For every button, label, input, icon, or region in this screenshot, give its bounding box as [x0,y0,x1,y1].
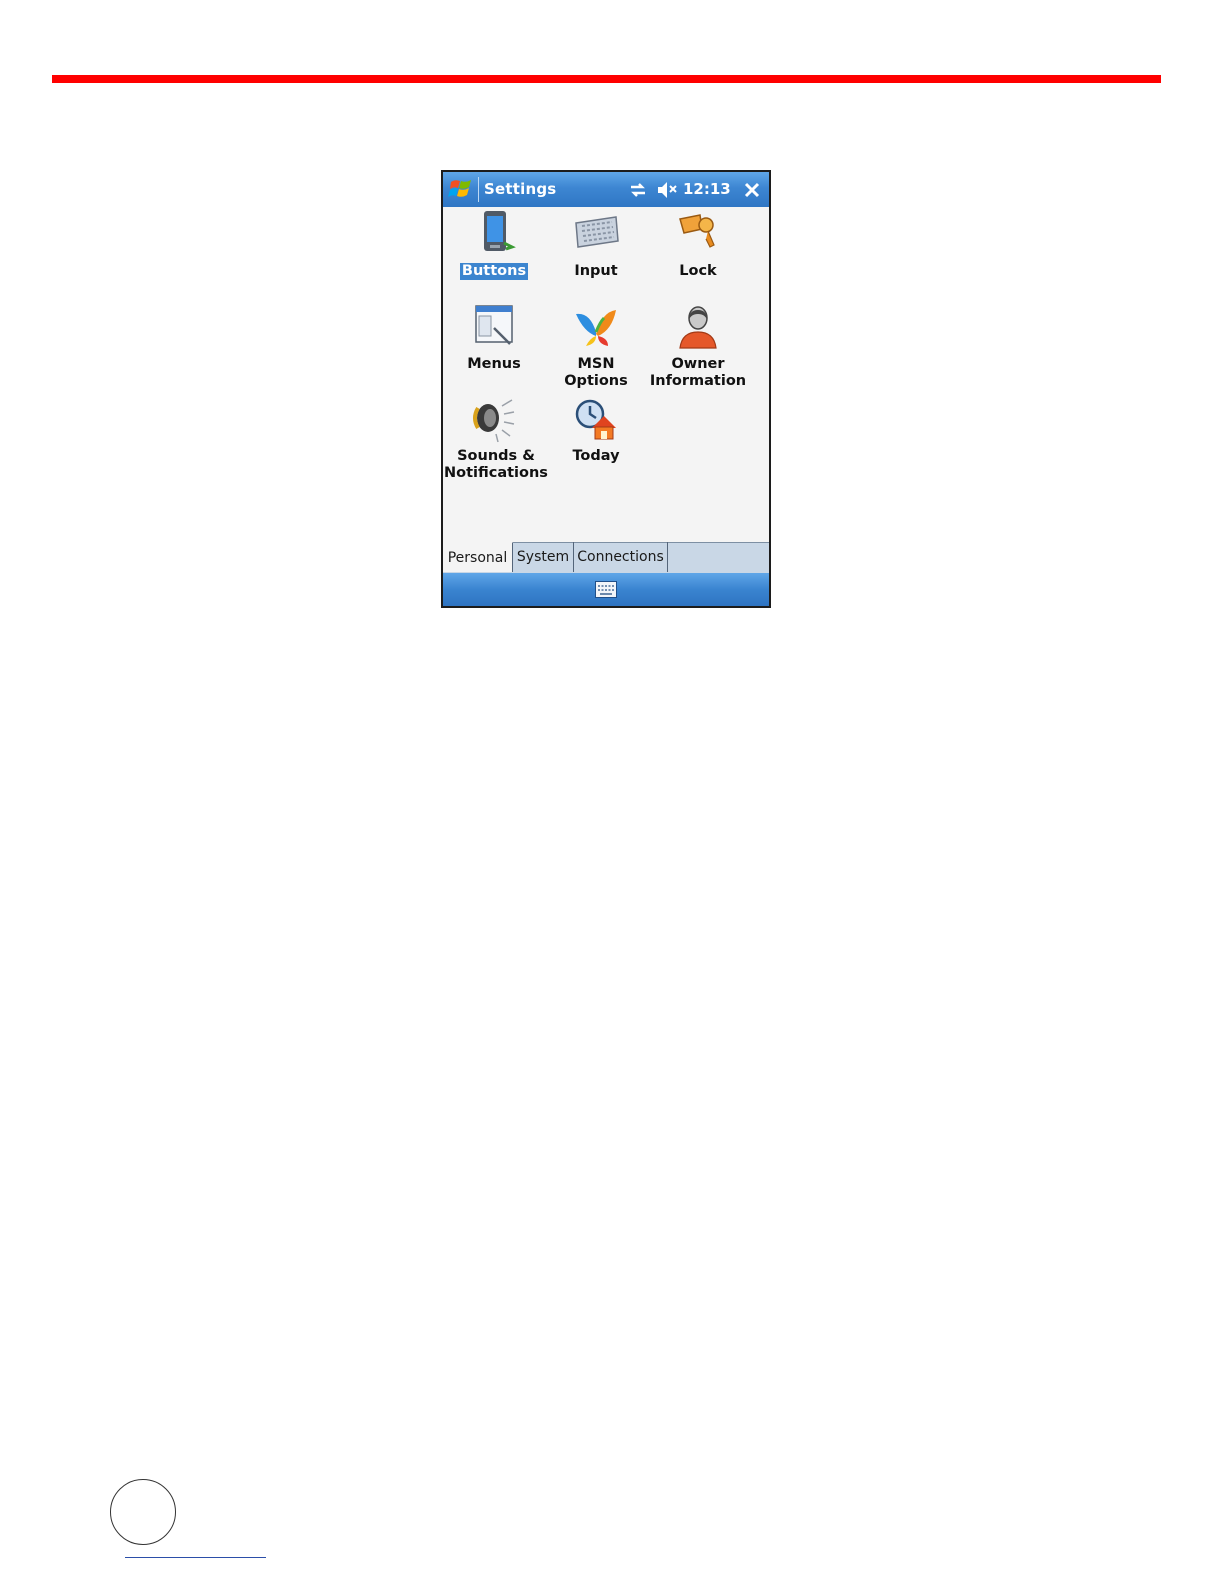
title-separator [478,177,479,202]
settings-item-menus[interactable]: Menus [442,302,546,373]
settings-item-today[interactable]: Today [544,394,648,465]
msn-butterfly-icon [576,310,616,346]
menus-icon [475,305,513,345]
tab-bar: Personal System Connections [443,542,769,574]
speaker-icon [473,399,515,443]
keys-icon [679,214,715,248]
footer-underline [125,1557,266,1558]
windows-start-icon[interactable] [448,177,473,202]
owner-icon [679,306,717,349]
settings-item-label: MSN Options [564,356,628,389]
settings-item-label: Lock [679,263,717,279]
settings-item-label: Owner Information [649,356,747,389]
settings-item-label: Sounds & Notifications [444,448,548,481]
settings-item-label: Input [574,263,618,279]
title-bar: Settings 12:13 [443,172,769,207]
keyboard-icon [575,216,619,248]
settings-window: Settings 12:13 Buttons Input Lock Menus … [441,170,771,608]
window-title: Settings [484,180,557,198]
soft-key-bar [443,573,769,606]
settings-item-sounds-notifications[interactable]: Sounds & Notifications [442,394,548,482]
page-number-circle [110,1479,176,1545]
tab-system[interactable]: System [513,542,574,572]
settings-item-msn-options[interactable]: MSN Options [544,302,648,390]
input-panel-keyboard-icon[interactable] [595,581,617,598]
tab-personal[interactable]: Personal [443,542,513,572]
buttons-icon [484,211,516,251]
tab-connections[interactable]: Connections [574,542,668,572]
volume-muted-icon[interactable] [656,179,680,201]
settings-item-lock[interactable]: Lock [646,209,750,280]
close-icon[interactable] [740,178,764,202]
settings-item-label: Today [572,448,620,464]
settings-item-label: Buttons [459,263,529,280]
settings-item-input[interactable]: Input [544,209,648,280]
today-icon [575,399,616,440]
settings-item-label: Menus [467,356,521,372]
clock[interactable]: 12:13 [683,180,731,198]
settings-icon-grid: Buttons Input Lock Menus MSN Options Own… [443,207,769,542]
header-rule [52,75,1161,83]
connectivity-icon[interactable] [628,180,648,200]
settings-item-buttons[interactable]: Buttons [442,209,546,280]
settings-item-owner-information[interactable]: Owner Information [646,302,750,390]
